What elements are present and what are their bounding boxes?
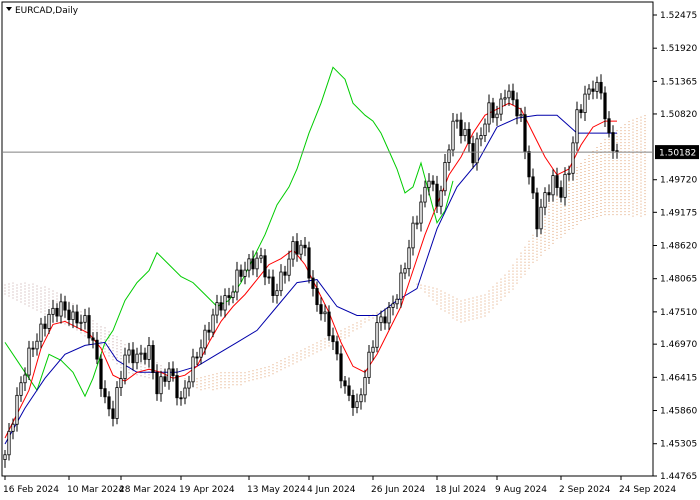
x-tick-label-4: 13 May 2024 <box>247 485 306 495</box>
candle-130 <box>523 106 527 160</box>
y-tick-label-1: 1.51920 <box>660 44 697 54</box>
y-tick-label-7: 1.48620 <box>660 242 697 252</box>
x-axis: 16 Feb 2024 10 Mar 202428 Mar 2024 19 Apr … <box>3 476 676 495</box>
y-tick-label-12: 1.45860 <box>660 407 697 417</box>
y-tick-label-2: 1.51365 <box>660 77 697 87</box>
price-chart: 1.50182 1.52475 1.51920 1.51365 1.50820 1.49… <box>1 1 699 495</box>
x-tick-label-10: 24 Sep 2024 <box>619 485 676 495</box>
x-tick-label-0: 16 Feb 2024 <box>3 485 59 495</box>
x-tick-label-1: 10 Mar 2024 <box>67 485 124 495</box>
y-tick-label-6: 1.49175 <box>660 208 697 218</box>
y-tick-label-9: 1.47510 <box>660 308 697 318</box>
y-tick-label-5: 1.49720 <box>660 176 697 186</box>
y-tick-label-0: 1.52475 <box>660 11 697 21</box>
chart-root: 1.50182 1.52475 1.51920 1.51365 1.50820 1.49… <box>0 0 700 500</box>
plot-frame <box>1 1 654 477</box>
candle-76 <box>307 241 311 284</box>
x-tick-label-3: 19 Apr 2024 <box>179 485 235 495</box>
x-tick-label-9: 2 Sep 2024 <box>559 485 611 495</box>
y-axis: 1.52475 1.51920 1.51365 1.50820 1.49720 1.491… <box>653 11 697 482</box>
y-tick-label-11: 1.46415 <box>660 373 697 383</box>
y-tick-label-14: 1.44765 <box>660 472 697 482</box>
x-tick-label-7: 18 Jul 2024 <box>435 485 486 495</box>
y-tick-label-8: 1.48065 <box>660 275 697 285</box>
x-tick-label-8: 9 Aug 2024 <box>495 485 547 495</box>
x-tick-label-5: 4 Jun 2024 <box>307 485 356 495</box>
x-tick-label-2: 28 Mar 2024 <box>119 485 176 495</box>
x-tick-label-6: 26 Jun 2024 <box>371 485 425 495</box>
chart-title-group: EURCAD,Daily <box>6 6 79 16</box>
current-price-label: 1.50182 <box>659 149 696 159</box>
chart-title: EURCAD,Daily <box>15 6 79 16</box>
candle-28 <box>115 381 119 425</box>
y-tick-label-13: 1.45305 <box>660 440 697 450</box>
y-tick-label-3: 1.50820 <box>660 110 697 120</box>
y-tick-label-10: 1.46970 <box>660 340 697 350</box>
